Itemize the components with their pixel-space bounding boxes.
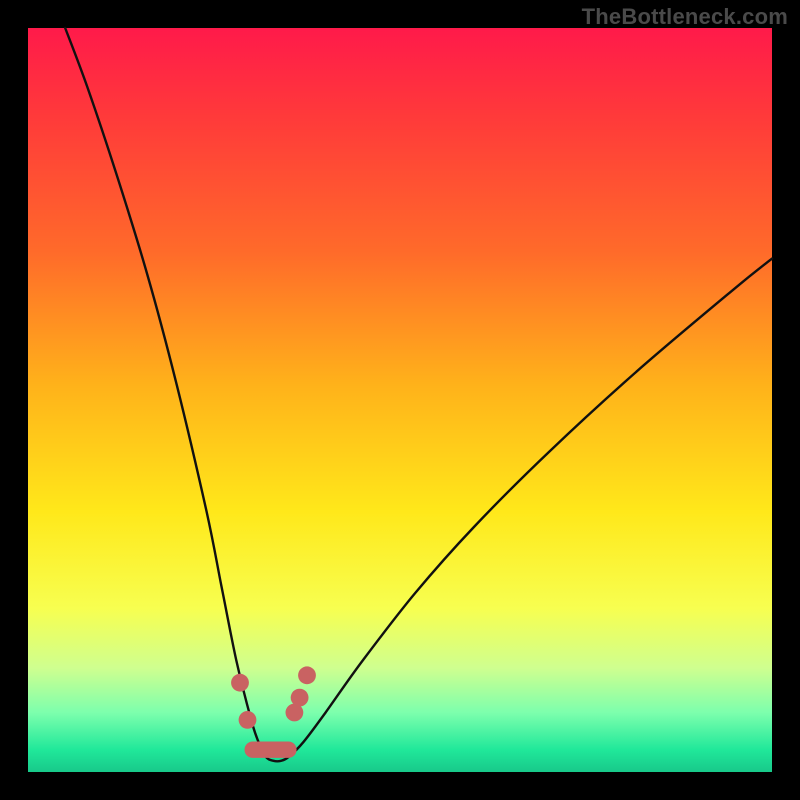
curve-marker [231,674,249,692]
curve-marker [298,666,316,684]
watermark-text: TheBottleneck.com [582,4,788,30]
chart-frame: TheBottleneck.com [0,0,800,800]
chart-svg [28,28,772,772]
curve-marker [239,711,257,729]
curve-marker [291,689,309,707]
marker-group [231,666,316,728]
bottleneck-curve [65,28,772,761]
plot-area [28,28,772,772]
